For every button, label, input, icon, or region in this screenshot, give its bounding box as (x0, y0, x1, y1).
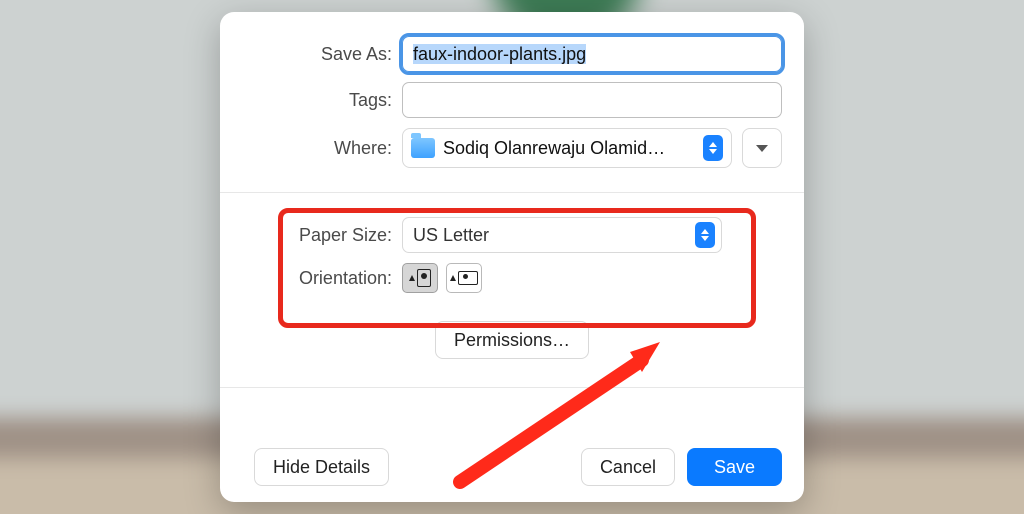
tags-label: Tags: (242, 90, 402, 111)
tags-input[interactable] (402, 82, 782, 118)
filename-input[interactable]: faux-indoor-plants.jpg (402, 36, 782, 72)
chevron-down-icon (756, 145, 768, 152)
save-dialog: Save As: faux-indoor-plants.jpg Tags: Wh… (220, 12, 804, 502)
hide-details-button[interactable]: Hide Details (254, 448, 389, 486)
cancel-button[interactable]: Cancel (581, 448, 675, 486)
divider (220, 387, 804, 388)
paper-size-row: Paper Size: US Letter (242, 217, 782, 253)
landscape-page-icon (458, 271, 478, 285)
up-arrow-icon (450, 275, 456, 281)
updown-arrows-icon (703, 135, 723, 161)
permissions-row: Permissions… (220, 321, 804, 359)
where-dropdown[interactable]: Sodiq Olanrewaju Olamid… (402, 128, 732, 168)
expand-browser-button[interactable] (742, 128, 782, 168)
save-as-label: Save As: (242, 44, 402, 65)
orientation-portrait-button[interactable] (402, 263, 438, 293)
save-as-row: Save As: faux-indoor-plants.jpg (242, 36, 782, 72)
save-button[interactable]: Save (687, 448, 782, 486)
permissions-button[interactable]: Permissions… (435, 321, 589, 359)
updown-arrows-icon (695, 222, 715, 248)
orientation-row: Orientation: (242, 263, 782, 293)
paper-size-label: Paper Size: (242, 225, 402, 246)
where-folder-text: Sodiq Olanrewaju Olamid… (443, 138, 695, 159)
portrait-page-icon (417, 269, 431, 287)
orientation-landscape-button[interactable] (446, 263, 482, 293)
paper-size-dropdown[interactable]: US Letter (402, 217, 722, 253)
file-info-section: Save As: faux-indoor-plants.jpg Tags: Wh… (220, 12, 804, 192)
orientation-label: Orientation: (242, 268, 402, 289)
where-label: Where: (242, 138, 402, 159)
page-setup-section: Paper Size: US Letter Orientation: (220, 193, 804, 315)
tags-row: Tags: (242, 82, 782, 118)
up-arrow-icon (409, 275, 415, 281)
where-row: Where: Sodiq Olanrewaju Olamid… (242, 128, 782, 168)
dialog-footer: Hide Details Cancel Save (220, 432, 804, 502)
folder-icon (411, 138, 435, 158)
filename-text: faux-indoor-plants.jpg (413, 44, 586, 64)
paper-size-value: US Letter (413, 225, 695, 246)
